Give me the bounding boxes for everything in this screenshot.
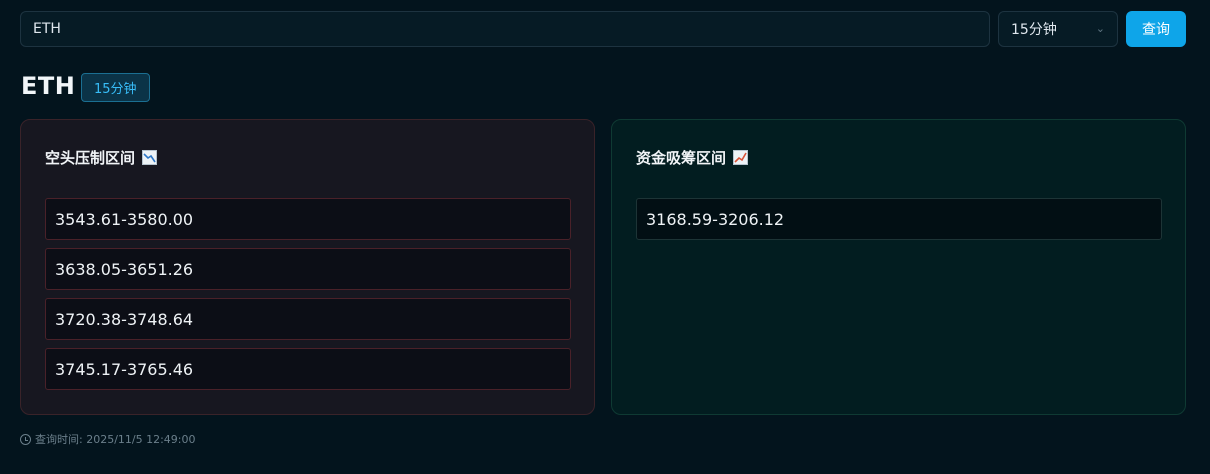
interval-select[interactable]: 15分钟 ⌄ (998, 11, 1118, 47)
app-root: 15分钟 ⌄ 查询 ETH 15分钟 空头压制区间 3543.61-3580.0… (0, 0, 1210, 474)
query-button[interactable]: 查询 (1126, 11, 1186, 47)
interval-select-value: 15分钟 (1011, 22, 1057, 38)
short-panel-title: 空头压制区间 (45, 147, 158, 168)
query-time-text: 查询时间: 2025/11/5 12:49:00 (35, 433, 196, 446)
short-range-list: 3543.61-3580.00 3638.05-3651.26 3720.38-… (45, 198, 571, 398)
search-field[interactable] (20, 11, 990, 47)
long-range-item: 3168.59-3206.12 (636, 198, 1162, 240)
short-pressure-panel: 空头压制区间 3543.61-3580.00 3638.05-3651.26 3… (20, 119, 595, 415)
chevron-down-icon: ⌄ (1095, 21, 1105, 35)
chart-increasing-icon (733, 150, 749, 165)
short-range-item: 3720.38-3748.64 (45, 298, 571, 340)
accumulation-panel: 资金吸筹区间 3168.59-3206.12 (611, 119, 1186, 415)
long-panel-title: 资金吸筹区间 (636, 147, 749, 168)
search-input[interactable] (33, 21, 989, 37)
short-range-item: 3638.05-3651.26 (45, 248, 571, 290)
long-range-list: 3168.59-3206.12 (636, 198, 1162, 248)
short-panel-title-text: 空头压制区间 (45, 149, 136, 167)
page-title: ETH (21, 72, 76, 100)
short-range-item: 3543.61-3580.00 (45, 198, 571, 240)
long-panel-title-text: 资金吸筹区间 (636, 149, 727, 167)
chart-decreasing-icon (142, 150, 158, 165)
short-range-item: 3745.17-3765.46 (45, 348, 571, 390)
query-timestamp: 查询时间: 2025/11/5 12:49:00 (20, 431, 196, 447)
interval-badge: 15分钟 (81, 73, 150, 102)
clock-icon (20, 433, 31, 445)
